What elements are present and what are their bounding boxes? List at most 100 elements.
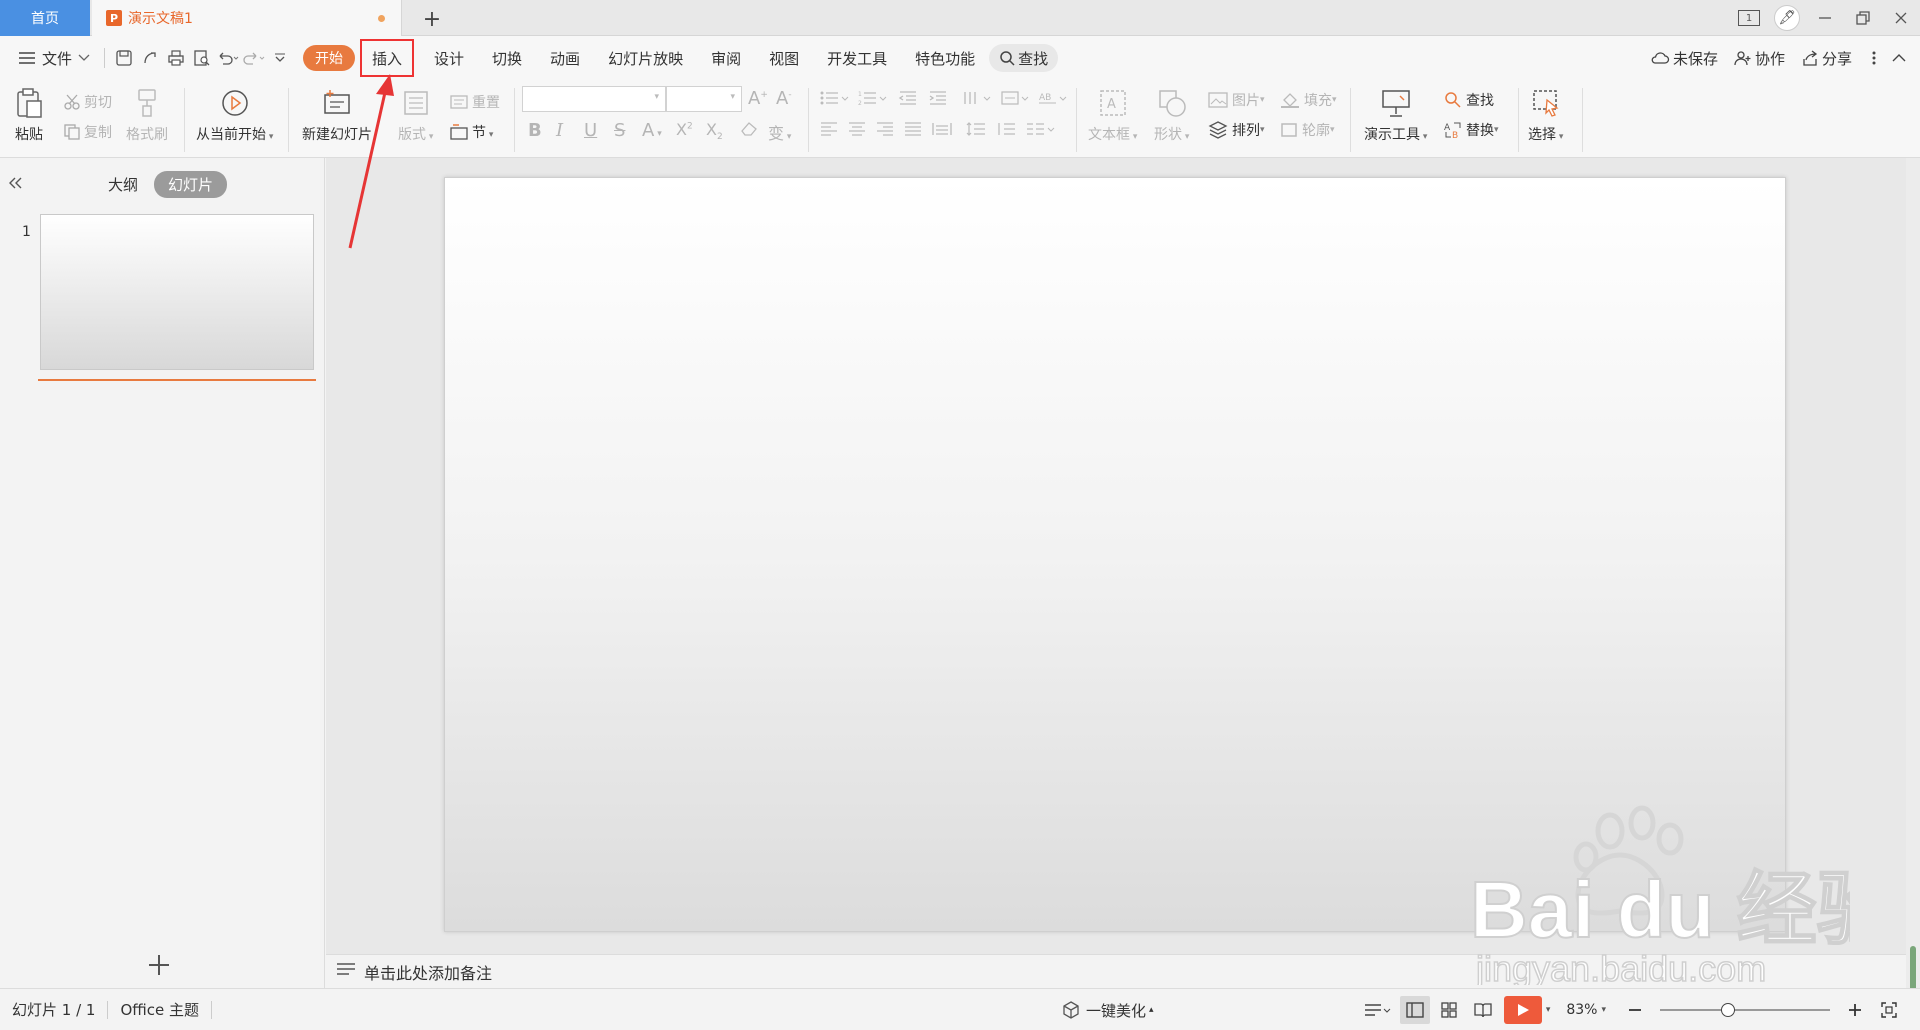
zoom-out-button[interactable] (1620, 996, 1650, 1024)
align-center-button[interactable] (848, 122, 866, 136)
print-button[interactable] (163, 43, 189, 73)
normal-view-button[interactable] (1399, 996, 1430, 1024)
slide-sorter-button[interactable] (1434, 996, 1464, 1024)
zoom-slider-handle[interactable] (1721, 1003, 1735, 1017)
bullet-list-button[interactable] (820, 90, 850, 106)
increase-indent-button[interactable] (928, 90, 948, 106)
tab-special[interactable]: 特色功能 (901, 48, 989, 69)
arrange-button[interactable]: 排列 ▾ (1208, 120, 1265, 140)
play-from-current-button[interactable]: 从当前开始 ▾ (196, 86, 273, 144)
phonetic-button[interactable]: 变 ▾ (768, 120, 791, 144)
increase-font-button[interactable]: A+ (748, 88, 768, 109)
copy-button[interactable]: 复制 (64, 122, 112, 142)
underline-button[interactable]: U (584, 120, 597, 141)
align-center-icon (849, 122, 865, 136)
tab-outline[interactable]: 大纲 (108, 174, 138, 195)
subscript-button[interactable]: X2 (706, 120, 723, 142)
zoom-level[interactable]: 83% (1566, 1002, 1597, 1018)
save-button[interactable] (111, 43, 137, 73)
tab-transition[interactable]: 切换 (478, 48, 536, 69)
tab-start[interactable]: 开始 (303, 45, 356, 71)
align-right-button[interactable] (876, 122, 894, 136)
slide-thumbnail[interactable] (40, 214, 314, 370)
align-left-button[interactable] (820, 122, 838, 136)
select-button[interactable]: 选择 ▾ (1528, 86, 1563, 144)
undo-button[interactable] (215, 43, 241, 73)
theme-name[interactable]: Office 主题 (108, 999, 211, 1020)
outline-button[interactable]: 轮廓 ▾ (1280, 120, 1335, 140)
beautify-button[interactable]: 一键美化 ▴ (1062, 989, 1154, 1030)
shape-button[interactable]: 形状 ▾ (1154, 86, 1189, 144)
tab-animation[interactable]: 动画 (536, 48, 594, 69)
clear-format-button[interactable] (740, 120, 758, 140)
customize-toolbar-button[interactable] (267, 43, 293, 73)
minimize-button[interactable] (1806, 0, 1844, 36)
home-tab[interactable]: 首页 (0, 0, 90, 36)
italic-button[interactable]: I (556, 120, 563, 141)
slideshow-play-button[interactable] (1503, 996, 1542, 1024)
font-size-select[interactable]: ▾ (666, 86, 742, 112)
tab-developer[interactable]: 开发工具 (813, 48, 901, 69)
bold-button[interactable]: B (528, 120, 542, 141)
font-family-select[interactable]: ▾ (522, 86, 666, 112)
find-button[interactable]: 查找 (1444, 90, 1494, 110)
share-button[interactable]: 分享 (1793, 48, 1860, 69)
text-fit-button[interactable]: AB (1038, 90, 1068, 106)
format-painter-button[interactable]: 格式刷 (126, 86, 168, 144)
text-direction-button[interactable] (962, 90, 992, 106)
tab-review[interactable]: 审阅 (697, 48, 755, 69)
align-text-button[interactable] (1000, 90, 1030, 106)
replace-button[interactable]: AB 替换 ▾ (1444, 120, 1499, 140)
file-menu[interactable]: 文件 (10, 43, 98, 73)
vertical-scrollbar[interactable] (1906, 158, 1920, 994)
decrease-indent-button[interactable] (898, 90, 918, 106)
chevron-down-icon[interactable]: ▾ (1546, 1005, 1551, 1015)
chevron-down-icon[interactable]: ▾ (1601, 1005, 1606, 1015)
paragraph-spacing-button[interactable] (996, 122, 1016, 136)
search-command[interactable]: 查找 (989, 44, 1059, 72)
new-tab-button[interactable]: + (418, 6, 446, 32)
collab-button[interactable]: 协作 (1726, 48, 1793, 69)
restore-button[interactable] (1844, 0, 1882, 36)
fit-window-button[interactable] (1874, 996, 1904, 1024)
zoom-slider[interactable] (1660, 1003, 1830, 1017)
add-slide-button[interactable] (148, 950, 170, 983)
column-button[interactable] (1026, 122, 1056, 136)
notes-toggle-button[interactable] (1360, 996, 1396, 1024)
strikethrough-button[interactable]: S (614, 120, 625, 141)
picture-button[interactable]: 图片 ▾ (1208, 90, 1265, 110)
tab-slideshow[interactable]: 幻灯片放映 (594, 48, 697, 69)
presentation-tools-button[interactable]: 演示工具 ▾ (1364, 86, 1427, 144)
unsaved-button[interactable]: 未保存 (1642, 48, 1726, 69)
tab-slides[interactable]: 幻灯片 (154, 171, 228, 198)
paste-button[interactable]: 粘贴 (12, 86, 46, 144)
cut-button[interactable]: 剪切 (64, 92, 112, 112)
output-button[interactable] (137, 43, 163, 73)
collapse-ribbon-button[interactable] (1888, 53, 1920, 63)
user-avatar-button[interactable]: 🖋 (1768, 0, 1806, 36)
tab-design[interactable]: 设计 (420, 48, 478, 69)
document-tab[interactable]: P 演示文稿1 (92, 0, 402, 36)
distribute-button[interactable] (932, 122, 952, 136)
font-color-button[interactable]: A ▾ (642, 120, 662, 141)
fill-button[interactable]: 填充 ▾ (1280, 90, 1337, 110)
reset-button[interactable]: 重置 (450, 92, 500, 112)
close-button[interactable] (1882, 0, 1920, 36)
superscript-button[interactable]: X2 (676, 120, 693, 139)
decrease-font-button[interactable]: A- (776, 88, 792, 109)
line-spacing-button[interactable] (966, 122, 986, 136)
reading-view-button[interactable] (1468, 996, 1498, 1024)
zoom-in-button[interactable] (1840, 996, 1870, 1024)
more-options-button[interactable] (1860, 50, 1888, 66)
window-layout-button[interactable]: 1 (1730, 0, 1768, 36)
layout-button[interactable]: 版式 ▾ (398, 86, 433, 144)
justify-button[interactable] (904, 122, 922, 136)
tab-view[interactable]: 视图 (755, 48, 813, 69)
collapse-panel-button[interactable] (8, 174, 24, 195)
textbox-button[interactable]: A 文本框 ▾ (1088, 86, 1137, 144)
section-button[interactable]: 节 ▾ (450, 122, 493, 142)
print-preview-button[interactable] (189, 43, 215, 73)
numbered-list-button[interactable]: 12 (858, 90, 888, 106)
scrollbar-thumb[interactable] (1910, 946, 1916, 994)
redo-button[interactable] (241, 43, 267, 73)
